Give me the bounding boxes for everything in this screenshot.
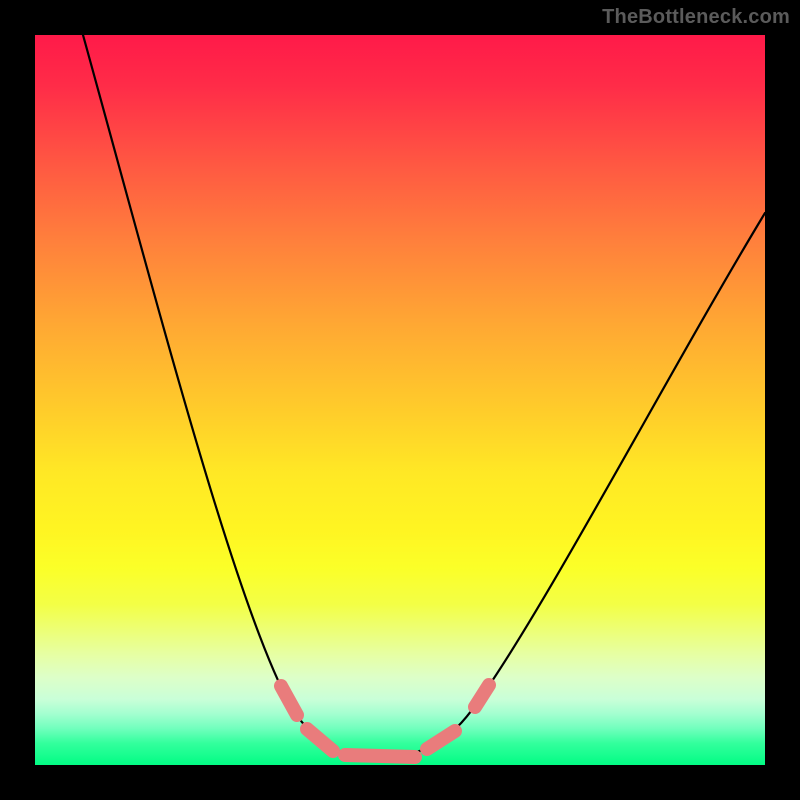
main-curve-path (83, 35, 765, 757)
chart-frame: TheBottleneck.com (0, 0, 800, 800)
dash-segment-1 (281, 686, 297, 715)
dash-segment-5 (475, 685, 489, 707)
bottleneck-curve (35, 35, 765, 765)
dash-segment-2 (307, 729, 333, 751)
dash-segment-3 (345, 755, 415, 757)
chart-area (35, 35, 765, 765)
dash-segment-4 (427, 731, 455, 749)
watermark-text: TheBottleneck.com (602, 6, 790, 29)
